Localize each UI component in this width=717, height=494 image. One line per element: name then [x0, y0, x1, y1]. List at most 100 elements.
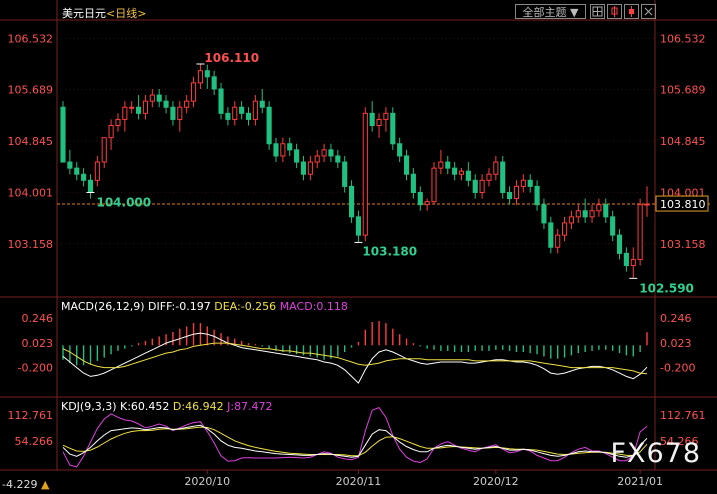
candle-body [156, 94, 162, 102]
candle-body [582, 210, 588, 218]
candle-body [81, 173, 87, 181]
macd-value: 0.118 [316, 300, 348, 313]
candle-body [520, 179, 526, 187]
d-value: 46.942 [185, 400, 224, 413]
chart-title: 美元日元<日线> [62, 5, 146, 21]
candle-body [266, 106, 272, 145]
time-label: 2021/01 [617, 475, 663, 488]
candle-body [479, 179, 485, 193]
candle-body [561, 222, 568, 236]
candle-body [438, 161, 444, 169]
candle-body [101, 137, 107, 163]
candle-body [177, 106, 183, 120]
period-label[interactable]: <日线> [106, 7, 146, 20]
candle-body [445, 161, 451, 169]
price-tick-left: 104.001 [8, 186, 54, 199]
candle-body [335, 155, 341, 163]
macd-params: MACD(26,12,9) [61, 300, 145, 313]
chart-canvas: 106.532 106.532 105.689 105.689 104.845 104.8… [0, 0, 717, 488]
candle-body [452, 167, 458, 175]
candle-body [300, 161, 307, 175]
price-tick-left: 103.158 [8, 238, 54, 251]
candle-body [108, 125, 114, 139]
time-label: 2020/12 [473, 475, 519, 488]
candle-body [630, 258, 636, 267]
close-icon[interactable] [641, 4, 656, 19]
candle-body [232, 106, 238, 120]
candle-body [280, 143, 286, 157]
kdj-axis-bottom-tick: -4.229 [2, 478, 38, 491]
candle-body [122, 106, 128, 120]
macd-tick-left: 0.023 [22, 337, 54, 350]
price-tick-right: 105.689 [660, 84, 706, 97]
candle-body [548, 222, 554, 248]
candle-body [197, 70, 203, 84]
candle-body [575, 210, 581, 218]
candle-body [431, 167, 437, 203]
price-tick-right: 104.845 [660, 135, 706, 148]
k-value: 60.452 [130, 400, 170, 413]
price-tick-left: 105.689 [8, 84, 54, 97]
candle-body [149, 94, 155, 102]
candle-body [472, 179, 478, 193]
candle-body [273, 143, 279, 157]
candle-body [218, 88, 224, 114]
candle-body [328, 149, 334, 157]
candle-body [355, 216, 361, 236]
low-mid-label: 103.180 [362, 244, 417, 258]
j-line [62, 406, 648, 468]
watermark: FX678 [610, 438, 701, 469]
kdj-tick-mid-left: 54.266 [15, 435, 54, 448]
candle-body [239, 106, 245, 114]
price-tick-right: 106.532 [660, 32, 706, 45]
candle-body [486, 173, 492, 181]
candle-body [314, 155, 320, 163]
kdj-params: KDJ(9,3,3) [61, 400, 117, 413]
candle-body [362, 112, 368, 236]
candle-body [644, 203, 650, 206]
candle-body [568, 216, 574, 224]
candle-body [534, 185, 540, 206]
macd-tick-right: 0.023 [660, 337, 692, 350]
candle-body [410, 173, 416, 193]
dea-label: DEA: [214, 300, 241, 313]
candle-body [60, 106, 66, 163]
candle-body [500, 161, 506, 193]
level-label: 104.000 [96, 195, 151, 209]
candle-body [342, 161, 348, 187]
price-tick-right: 103.158 [660, 238, 706, 251]
candle-body [390, 112, 396, 145]
macd-tick-left: -0.200 [18, 362, 53, 375]
kdj-tick-top-right: 112.761 [660, 409, 706, 422]
candle-body [129, 106, 135, 109]
candle-body [115, 118, 121, 127]
bar-icon[interactable] [624, 4, 639, 19]
candle-body [204, 70, 210, 78]
candle-body [87, 179, 94, 193]
candle-body [397, 143, 403, 157]
kdj-legend: KDJ(9,3,3) K:60.452 D:46.942 J:87.472 [61, 400, 273, 413]
candle-body [94, 161, 100, 181]
candle-body [163, 100, 169, 108]
candle-body [513, 185, 520, 200]
d-label: D: [172, 400, 186, 413]
time-label: 2020/11 [336, 475, 382, 488]
candle-icon[interactable] [607, 4, 622, 19]
grid-icon[interactable] [590, 4, 605, 19]
candle-body [493, 161, 499, 175]
time-label: 2020/10 [184, 475, 230, 488]
theme-button[interactable]: 全部主题 ▼ [515, 4, 586, 19]
triangle-up-icon[interactable]: ▲ [41, 478, 49, 491]
candle-body [142, 100, 149, 114]
candle-body [294, 149, 300, 163]
macd-tick-left: 0.246 [22, 312, 54, 325]
macd-label: MACD: [279, 300, 317, 313]
candle-body [170, 106, 176, 120]
diff-value: -0.197 [175, 300, 211, 313]
candle-body [458, 170, 465, 175]
price-tick-left: 106.532 [8, 32, 54, 45]
candle-body [623, 252, 629, 267]
candle-body [403, 155, 410, 175]
candle-body [74, 167, 80, 175]
candle-body [637, 204, 643, 260]
